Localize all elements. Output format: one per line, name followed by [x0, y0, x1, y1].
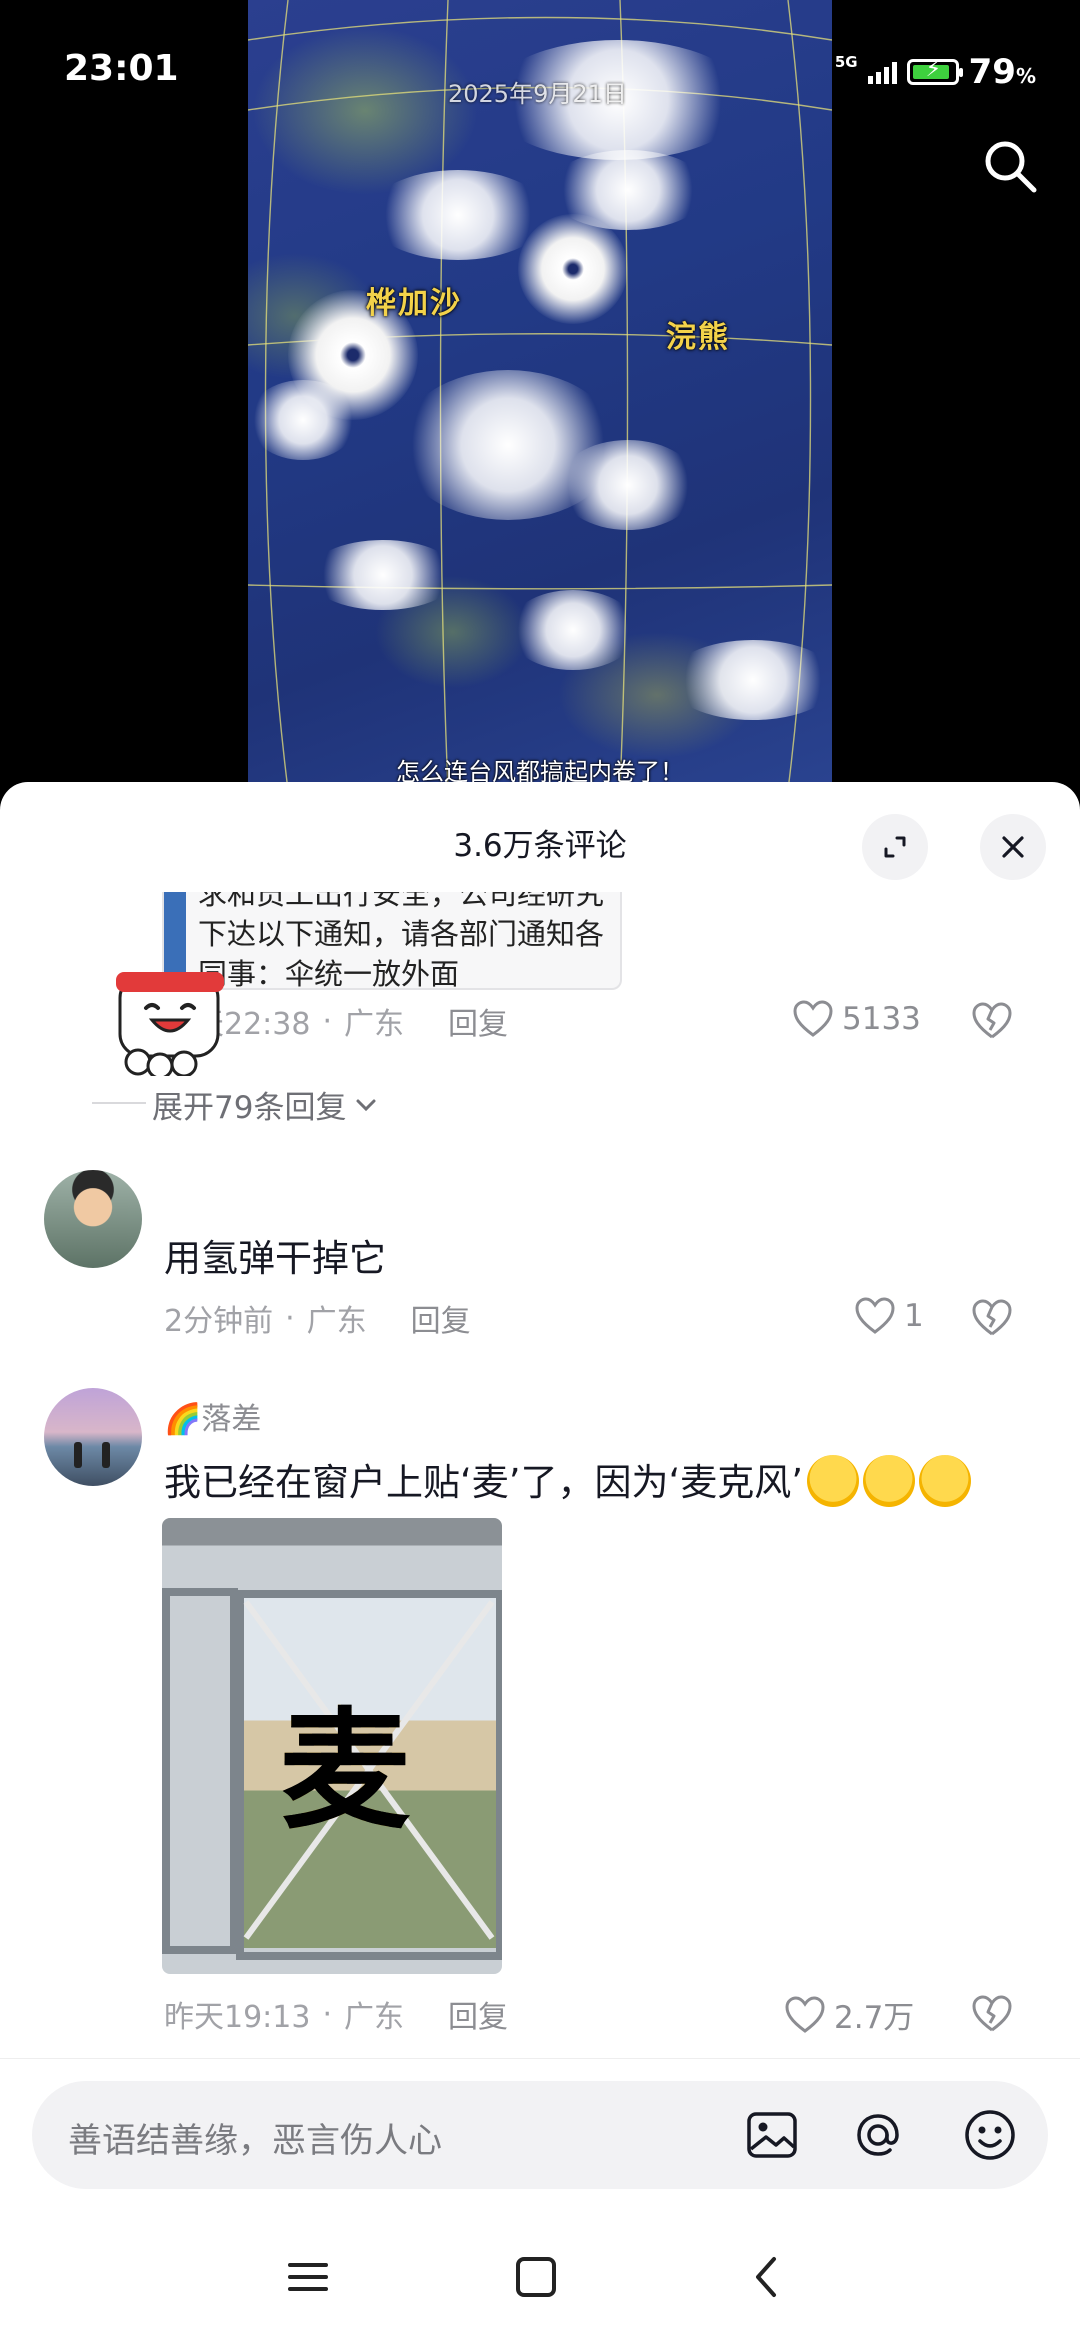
heart-icon: [855, 1297, 895, 1334]
emoji-icon: [807, 1454, 860, 1507]
rainbow-icon: 🌈: [164, 1402, 202, 1437]
dislike-button[interactable]: [970, 1296, 1014, 1340]
comment-time: 昨天19:13: [164, 2000, 311, 2035]
comment-location: 广东: [344, 2000, 405, 2035]
video-player[interactable]: 2025年9月21日 桦加沙 浣熊 怎么连台风都搞起内卷了！ 23:01 5G …: [0, 0, 1080, 790]
typhoon-label-neoguri: 浣熊: [666, 320, 730, 355]
signal-icon: [867, 60, 897, 84]
comment-input[interactable]: 善语结善缘，恶言伤人心: [32, 2081, 1048, 2189]
emoji-icon[interactable]: [962, 2107, 1018, 2163]
sticker-emoji: [112, 962, 230, 1080]
like-button[interactable]: 1: [854, 1296, 924, 1336]
heart-icon: [785, 1995, 825, 2033]
avatar[interactable]: [44, 1170, 142, 1268]
typhoon-label-ragasa: 桦加沙: [366, 286, 462, 321]
dislike-button[interactable]: [970, 1992, 1014, 2036]
emoji-icon: [863, 1454, 916, 1507]
emoji-icon: [919, 1454, 972, 1507]
dislike-button[interactable]: [970, 999, 1014, 1043]
at-icon[interactable]: [850, 2107, 906, 2163]
avatar[interactable]: [44, 1388, 142, 1486]
comments-header: 3.6万条评论: [0, 782, 1080, 892]
comment-input-bar: 善语结善缘，恶言伤人心: [0, 2058, 1080, 2340]
close-button[interactable]: [980, 814, 1046, 880]
expand-icon: [884, 836, 906, 858]
comment-meta: 2分钟前 · 广东 回复 1: [164, 1296, 1040, 1340]
comment-image-notice[interactable]: 求和员工出行安全，公司经研究下达以下通知，请各部门通知各同事：伞统一放外面: [162, 892, 622, 990]
like-button[interactable]: 2.7万: [784, 1992, 914, 2037]
status-time: 23:01: [64, 48, 179, 89]
reply-button[interactable]: 回复: [448, 1992, 508, 2036]
chevron-down-icon: [356, 1099, 376, 1111]
comment-location: 广东: [344, 1007, 405, 1042]
close-icon: [1002, 836, 1024, 858]
like-count: 2.7万: [834, 2000, 915, 2036]
window-character: 麦: [280, 1695, 411, 1847]
expand-replies-button[interactable]: 展开79条回复: [91, 1082, 380, 1127]
comment-meta: 昨天19:13 · 广东 回复 2.7万: [164, 1992, 1040, 2036]
like-count: 5133: [842, 1001, 921, 1037]
menu-icon[interactable]: [278, 2247, 338, 2307]
notice-text: 求和员工出行安全，公司经研究下达以下通知，请各部门通知各同事：伞统一放外面: [198, 892, 605, 990]
status-indicators: 5G ⚡ 79%: [835, 52, 1036, 92]
username[interactable]: 🌈落差: [164, 1394, 261, 1438]
home-icon[interactable]: [506, 2247, 566, 2307]
broken-heart-icon: [972, 1002, 1012, 1039]
like-button[interactable]: 5133: [792, 999, 921, 1039]
battery-percent: 79%: [968, 52, 1036, 92]
typhoon-neoguri: [518, 214, 628, 324]
comment-text: 用氢弹干掉它: [164, 1237, 386, 1280]
comment-photo[interactable]: 麦: [162, 1518, 502, 1974]
input-placeholder: 善语结善缘，恶言伤人心: [68, 2121, 442, 2161]
comment-meta: 昨天22:38 · 广东 回复 5133: [164, 999, 1040, 1043]
comment-time: 2分钟前: [164, 1304, 274, 1339]
battery-icon: ⚡: [906, 57, 963, 85]
image-icon[interactable]: [744, 2107, 800, 2163]
comment-location: 广东: [306, 1304, 367, 1339]
system-nav-bar: [0, 2235, 1080, 2335]
back-icon[interactable]: [738, 2247, 798, 2307]
reply-button[interactable]: 回复: [448, 999, 508, 1043]
broken-heart-icon: [972, 1995, 1012, 2032]
broken-heart-icon: [972, 1299, 1012, 1336]
network-type: 5G: [834, 52, 858, 71]
search-icon[interactable]: [980, 136, 1040, 196]
heart-icon: [793, 1000, 833, 1037]
reply-button[interactable]: 回复: [411, 1296, 471, 1340]
status-bar: 23:01 5G ⚡ 79%: [0, 0, 1080, 130]
expand-button[interactable]: [862, 814, 928, 880]
like-count: 1: [904, 1298, 924, 1334]
comment-text: 我已经在窗户上贴‘麦’了，因为‘麦克风’: [164, 1452, 1040, 1511]
